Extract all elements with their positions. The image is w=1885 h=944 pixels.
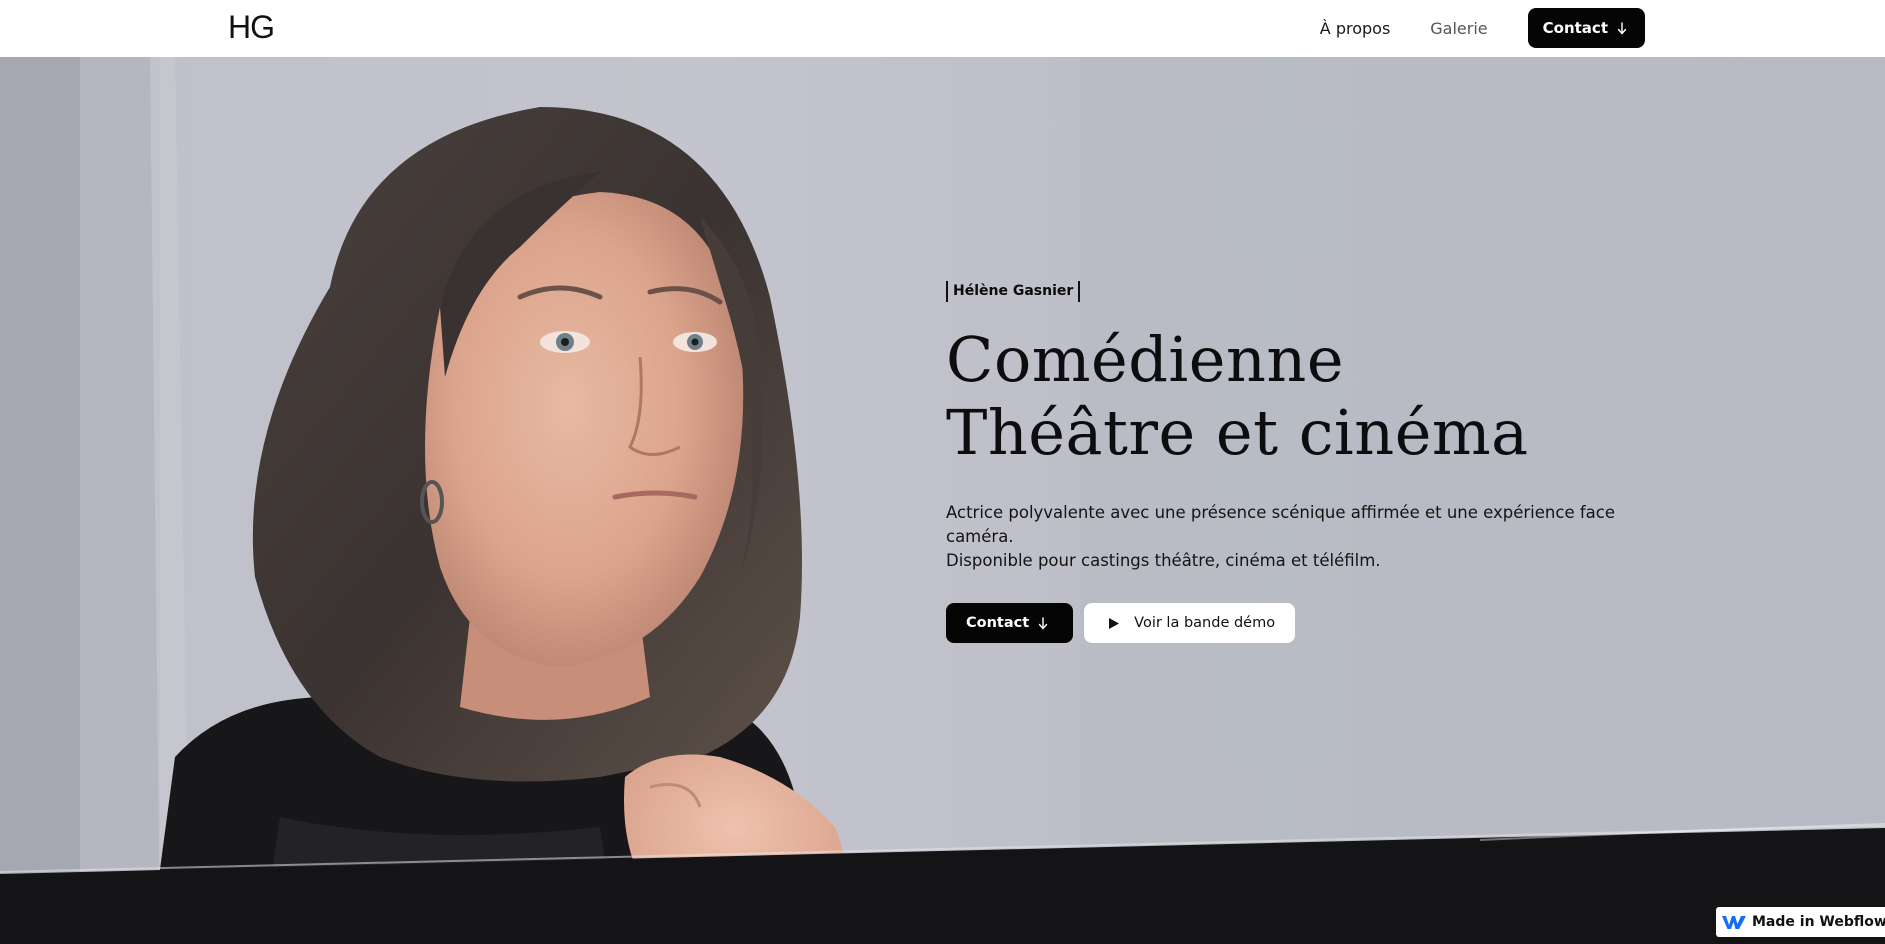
top-navbar: HG À propos Galerie Contact xyxy=(0,0,1885,57)
nav-link-a-propos[interactable]: À propos xyxy=(1320,19,1390,38)
nav-links: À propos Galerie Contact xyxy=(1320,8,1645,48)
footer-dark-band xyxy=(0,823,1885,944)
name-tag: Hélène Gasnier xyxy=(946,281,1081,302)
hero-description: Actrice polyvalente avec une présence sc… xyxy=(946,501,1666,573)
cta-row: Contact Voir la bande démo xyxy=(946,603,1666,643)
arrow-down-icon xyxy=(1038,616,1048,630)
hero-contact-label: Contact xyxy=(966,615,1030,631)
webflow-badge-label: Made in Webflow xyxy=(1752,914,1885,930)
play-icon xyxy=(1109,617,1120,629)
portrait-photo xyxy=(0,57,847,944)
arrow-down-icon xyxy=(1617,21,1627,35)
hero-contact-button[interactable]: Contact xyxy=(946,603,1074,643)
headline-line-2: Théâtre et cinéma xyxy=(946,396,1529,469)
nav-contact-label: Contact xyxy=(1542,19,1608,37)
site-logo[interactable]: HG xyxy=(228,9,275,46)
page: HG À propos Galerie Contact Hélène Gasni… xyxy=(0,0,1885,944)
demo-reel-button[interactable]: Voir la bande démo xyxy=(1084,603,1296,643)
hero-section: Hélène Gasnier Comédienne Théâtre et cin… xyxy=(0,57,1885,944)
made-in-webflow-badge[interactable]: Made in Webflow xyxy=(1716,907,1885,937)
description-line-1: Actrice polyvalente avec une présence sc… xyxy=(946,503,1615,546)
nav-link-galerie[interactable]: Galerie xyxy=(1430,19,1487,38)
headline-line-1: Comédienne xyxy=(946,323,1345,396)
description-line-2: Disponible pour castings théâtre, cinéma… xyxy=(946,551,1381,570)
webflow-logo-icon xyxy=(1722,916,1746,929)
hero-text-block: Hélène Gasnier Comédienne Théâtre et cin… xyxy=(946,281,1666,643)
nav-contact-button[interactable]: Contact xyxy=(1527,8,1645,48)
hero-headline: Comédienne Théâtre et cinéma xyxy=(946,323,1666,469)
demo-reel-label: Voir la bande démo xyxy=(1134,615,1276,631)
